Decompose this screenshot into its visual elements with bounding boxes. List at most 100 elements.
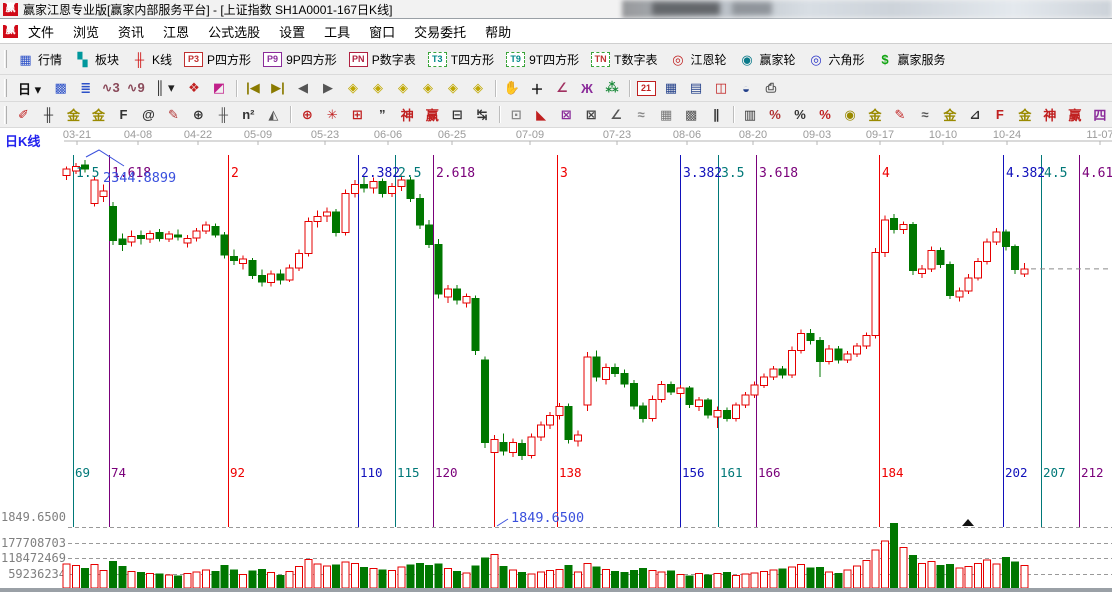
- print-button[interactable]: ⎙: [759, 78, 784, 99]
- gann-tools-button[interactable]: Ж: [575, 78, 600, 99]
- menu-item-7[interactable]: 窗口: [360, 19, 404, 44]
- si-angle-button[interactable]: 四: [1087, 104, 1112, 125]
- diamond-horizontal-button[interactable]: ◈: [391, 78, 416, 99]
- grid-box-b-button[interactable]: ▩: [679, 104, 704, 125]
- gold-line-button[interactable]: 金: [862, 104, 887, 125]
- go-first-button[interactable]: |◀: [241, 78, 266, 99]
- winner-service-button[interactable]: $赢家服务: [871, 48, 952, 71]
- net-save-button[interactable]: ◒: [734, 78, 759, 99]
- pan-hand-button[interactable]: ✋: [500, 78, 525, 99]
- draw-pencil-button[interactable]: ✐: [11, 104, 36, 125]
- crosshair-button[interactable]: ＋: [525, 78, 550, 99]
- menu-item-0[interactable]: 文件: [19, 19, 63, 44]
- color-histogram-button[interactable]: ◩: [207, 78, 232, 99]
- p-number-table-button[interactable]: PNP数字表: [343, 48, 422, 71]
- hexagon-button[interactable]: ◎六角形: [802, 48, 871, 71]
- f-angle-button[interactable]: F: [987, 104, 1012, 125]
- p-square-button[interactable]: P3P四方形: [178, 48, 257, 71]
- ying-grid-button[interactable]: 赢: [420, 104, 445, 125]
- smart-analysis-button[interactable]: ⁂: [600, 78, 625, 99]
- menu-item-9[interactable]: 帮助: [476, 19, 520, 44]
- menu-item-8[interactable]: 交易委托: [405, 19, 475, 44]
- diamond-left-button[interactable]: ◈: [341, 78, 366, 99]
- width-measure-button[interactable]: ↹: [470, 104, 495, 125]
- toolbar-grip[interactable]: [4, 79, 7, 97]
- shen-angle-button[interactable]: 神: [1037, 104, 1062, 125]
- f-square-button[interactable]: F: [111, 104, 136, 125]
- n2-grid-button[interactable]: n²: [236, 104, 261, 125]
- sectors-button[interactable]: ▚板块: [68, 48, 125, 71]
- angle-measure-button[interactable]: ∠: [550, 78, 575, 99]
- percent-line-button[interactable]: %: [763, 104, 788, 125]
- red-percent-button[interactable]: %: [813, 104, 838, 125]
- shen-grid-button[interactable]: 神: [395, 104, 420, 125]
- wave-3-button[interactable]: ∿3: [98, 78, 123, 99]
- quotes-button[interactable]: ▦行情: [11, 48, 68, 71]
- diamond-all-button[interactable]: ◈: [466, 78, 491, 99]
- gold-angle-button[interactable]: 金: [1012, 104, 1037, 125]
- t9-badge-icon: T9: [506, 52, 525, 67]
- quote-mark-button[interactable]: ”: [370, 104, 395, 125]
- diamond-center-button[interactable]: ◈: [441, 78, 466, 99]
- corner-box-button[interactable]: ⊡: [504, 104, 529, 125]
- candle-style-dropdown[interactable]: ║ ▾: [148, 78, 181, 99]
- toolbar-grip[interactable]: [4, 50, 7, 68]
- winner-wheel-button[interactable]: ◉赢家轮: [732, 48, 801, 71]
- t-number-table-button[interactable]: TNT数字表: [585, 48, 663, 71]
- gold-circle-button[interactable]: ◉: [838, 104, 863, 125]
- window-layout-button[interactable]: ▩: [48, 78, 73, 99]
- spiral-square-button[interactable]: @: [136, 104, 161, 125]
- step-forward-button[interactable]: ▶: [316, 78, 341, 99]
- menu-item-6[interactable]: 工具: [315, 19, 359, 44]
- candle-note-button[interactable]: ✎: [887, 104, 912, 125]
- calculator-button[interactable]: ▦: [659, 78, 684, 99]
- purple-fan-button[interactable]: ⊠: [554, 104, 579, 125]
- wave-9-button[interactable]: ∿9: [123, 78, 148, 99]
- gold-square-button[interactable]: 金: [61, 104, 86, 125]
- wave-line-button[interactable]: ≈: [912, 104, 937, 125]
- diamond-vertical-button[interactable]: ◈: [416, 78, 441, 99]
- red-grid-box-button[interactable]: ⊞: [345, 104, 370, 125]
- time-grid-button[interactable]: ╫: [36, 104, 61, 125]
- angle-set-button[interactable]: ∠: [604, 104, 629, 125]
- grid-box-a-button[interactable]: ▦: [654, 104, 679, 125]
- time-hash-button[interactable]: ╫: [211, 104, 236, 125]
- kline-button[interactable]: ╫K线: [125, 48, 178, 71]
- candle-body: [379, 181, 386, 193]
- period-day-dropdown[interactable]: 日 ▾: [11, 78, 48, 99]
- number-table-button[interactable]: ⊟: [445, 104, 470, 125]
- stats-table-button[interactable]: ▥: [738, 104, 763, 125]
- toolbar-grip[interactable]: [4, 106, 7, 124]
- go-last-button[interactable]: ▶|: [266, 78, 291, 99]
- calendar-21-button[interactable]: 21: [634, 78, 659, 99]
- gann-figure-button[interactable]: ❖: [182, 78, 207, 99]
- stock-info-button[interactable]: ≣: [73, 78, 98, 99]
- menu-item-3[interactable]: 江恩: [154, 19, 198, 44]
- compass-cross-button[interactable]: ⊕: [295, 104, 320, 125]
- starburst-button[interactable]: ✳: [320, 104, 345, 125]
- menu-item-1[interactable]: 浏览: [64, 19, 108, 44]
- red-fan-button[interactable]: ◣: [529, 104, 554, 125]
- gann-wheel-button[interactable]: ◎江恩轮: [663, 48, 732, 71]
- pencil-grid-button[interactable]: ✎: [161, 104, 186, 125]
- memo-button[interactable]: ▤: [684, 78, 709, 99]
- wave-button[interactable]: ≈: [629, 104, 654, 125]
- parallel-lines-button[interactable]: ∥: [704, 104, 729, 125]
- j-angle-button[interactable]: ⊿: [962, 104, 987, 125]
- gold-line-2-button[interactable]: 金: [937, 104, 962, 125]
- nine-t-square-button[interactable]: T99T四方形: [500, 48, 585, 71]
- menu-item-4[interactable]: 公式选股: [199, 19, 269, 44]
- nine-p-square-button[interactable]: P99P四方形: [257, 48, 343, 71]
- menu-item-5[interactable]: 设置: [270, 19, 314, 44]
- dark-fan-button[interactable]: ⊠: [579, 104, 604, 125]
- diamond-right-button[interactable]: ◈: [366, 78, 391, 99]
- mirror-angle-button[interactable]: ◭: [261, 104, 286, 125]
- circle-grid-button[interactable]: ⊕: [186, 104, 211, 125]
- gold-square-9-button[interactable]: 金: [86, 104, 111, 125]
- ying-angle-button[interactable]: 赢: [1062, 104, 1087, 125]
- menu-item-2[interactable]: 资讯: [109, 19, 153, 44]
- t-square-button[interactable]: T3T四方形: [422, 48, 500, 71]
- step-back-button[interactable]: ◀: [291, 78, 316, 99]
- save-button[interactable]: ◫: [709, 78, 734, 99]
- percent-button[interactable]: %: [788, 104, 813, 125]
